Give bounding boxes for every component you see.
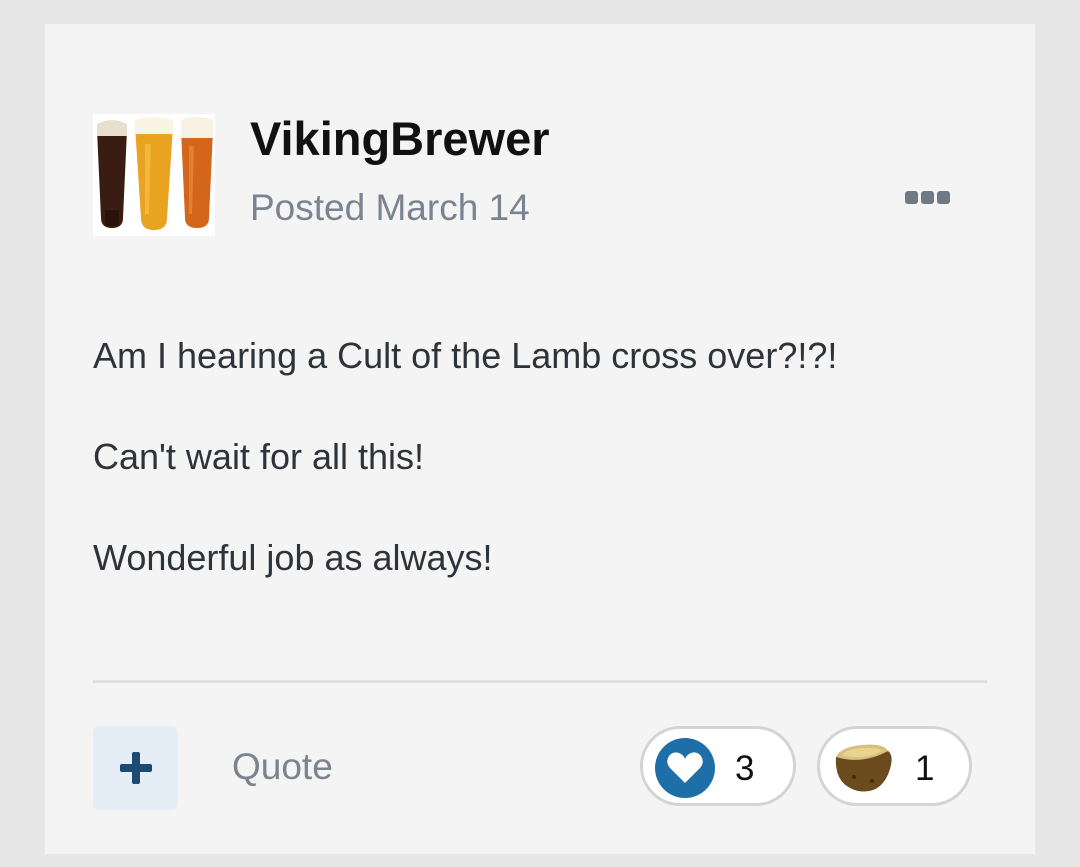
forum-post: VikingBrewer Posted March 14 Am I hearin… [45, 24, 1035, 854]
reaction-count: 3 [735, 749, 755, 788]
ellipsis-icon[interactable] [901, 182, 953, 212]
post-paragraph: Wonderful job as always! [93, 537, 493, 578]
potato-reaction-button[interactable]: 1 [817, 726, 972, 806]
quote-button[interactable]: Quote [232, 746, 333, 788]
add-reaction-button[interactable] [93, 726, 178, 810]
like-reaction-button[interactable]: 3 [640, 726, 796, 806]
post-date: Posted March 14 [250, 187, 530, 228]
divider [93, 680, 987, 683]
avatar[interactable] [93, 114, 215, 236]
author-name[interactable]: VikingBrewer [250, 111, 550, 166]
reaction-count: 1 [915, 749, 935, 788]
plus-icon [119, 752, 152, 784]
post-paragraph: Can't wait for all this! [93, 436, 424, 477]
potato-icon [835, 744, 892, 792]
heart-icon [655, 738, 715, 798]
post-content: Am I hearing a Cult of the Lamb cross ov… [93, 336, 837, 639]
post-paragraph: Am I hearing a Cult of the Lamb cross ov… [93, 335, 838, 376]
